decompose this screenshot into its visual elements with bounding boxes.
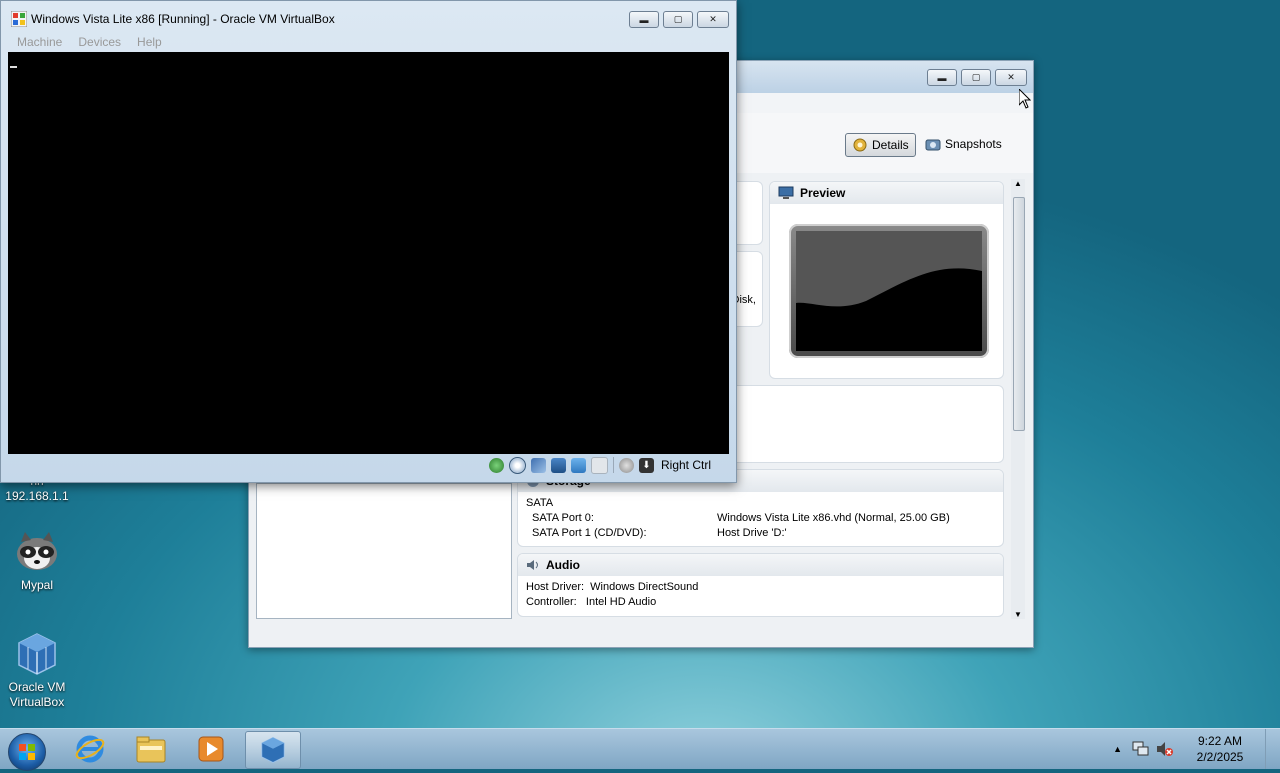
storage-port-value: Host Drive 'D:' <box>717 527 787 539</box>
preview-screen <box>789 224 989 358</box>
close-button[interactable]: ✕ <box>995 69 1027 86</box>
vm-list-panel[interactable] <box>256 483 512 619</box>
details-scrollbar[interactable]: ▲ ▼ <box>1011 179 1025 619</box>
storage-port-label: SATA Port 1 (CD/DVD): <box>532 527 647 539</box>
vm-window-title: Windows Vista Lite x86 [Running] - Oracl… <box>31 12 335 26</box>
folder-icon <box>136 736 166 763</box>
vm-close-button[interactable]: ✕ <box>697 11 729 28</box>
desktop-icon-label: Oracle VM <box>8 680 66 694</box>
desktop-icon-mypal[interactable]: Mypal <box>0 528 74 593</box>
snapshots-button[interactable]: Snapshots <box>919 133 1008 155</box>
close-icon: ✕ <box>1007 72 1015 82</box>
minimize-button[interactable]: ▬ <box>927 69 957 86</box>
audio-header: Audio <box>518 554 1003 576</box>
start-button[interactable] <box>8 733 46 771</box>
storage-controller: SATA <box>526 497 554 509</box>
vm-maximize-button[interactable]: ▢ <box>663 11 693 28</box>
taskbar: ▲ 9:22 AM 2/2/2025 <box>0 728 1280 771</box>
taskbar-clock[interactable]: 9:22 AM 2/2/2025 <box>1188 733 1252 765</box>
show-hidden-icons-icon[interactable]: ▲ <box>1113 744 1122 754</box>
audio-controller: Controller: Intel HD Audio <box>526 596 657 608</box>
status-separator <box>612 457 614 473</box>
network-icon[interactable] <box>550 457 566 473</box>
video-capture-icon[interactable] <box>590 456 608 474</box>
desktop-icon-virtualbox[interactable]: Oracle VM VirtualBox <box>0 630 74 710</box>
desktop-icon-label: Mypal <box>20 578 53 592</box>
vm-status-bar: ⬇ Right Ctrl <box>8 454 729 476</box>
optical-drive-icon[interactable] <box>508 456 526 474</box>
usb-icon[interactable] <box>530 457 546 473</box>
monitor-icon <box>778 186 794 199</box>
maximize-button[interactable]: ▢ <box>961 69 991 86</box>
host-key-arrow-icon: ⬇ <box>638 457 654 473</box>
desktop-icon-label: 192.168.1.1 <box>5 489 69 503</box>
audio-host-driver: Host Driver: Windows DirectSound <box>526 581 699 593</box>
preview-section: Preview <box>769 181 1004 379</box>
vm-running-window[interactable]: Windows Vista Lite x86 [Running] - Oracl… <box>0 0 737 483</box>
virtualbox-app-icon <box>11 11 27 27</box>
volume-muted-icon[interactable] <box>1156 741 1174 757</box>
vm-display[interactable] <box>8 52 729 454</box>
hard-disk-icon[interactable] <box>488 457 504 473</box>
network-tray-icon[interactable] <box>1132 741 1150 757</box>
host-key-label: Right Ctrl <box>660 458 711 472</box>
storage-port-value: Windows Vista Lite x86.vhd (Normal, 25.0… <box>717 512 950 524</box>
menu-devices[interactable]: Devices <box>78 35 121 49</box>
show-desktop-button[interactable] <box>1265 729 1280 769</box>
shared-folders-icon[interactable] <box>570 457 586 473</box>
taskbar-virtualbox[interactable] <box>245 731 301 769</box>
internet-explorer-icon <box>75 735 105 763</box>
storage-port-label: SATA Port 0: <box>532 512 594 524</box>
maximize-icon: ▢ <box>971 72 981 82</box>
menu-machine[interactable]: Machine <box>17 35 62 49</box>
menu-help[interactable]: Help <box>137 35 162 49</box>
virtualbox-icon <box>261 736 285 764</box>
virtualbox-icon <box>13 630 61 678</box>
taskbar-windows-media-player[interactable] <box>184 731 238 767</box>
preview-title: Preview <box>800 186 846 200</box>
maximize-icon: ▢ <box>673 14 683 24</box>
speaker-icon <box>527 560 538 570</box>
minimize-icon: ▬ <box>639 14 649 25</box>
vm-minimize-button[interactable]: ▬ <box>629 11 659 28</box>
snapshots-label: Snapshots <box>945 137 1002 151</box>
details-button[interactable]: Details <box>845 133 916 157</box>
gear-icon <box>853 138 867 152</box>
vm-menu-bar: Machine Devices Help <box>8 32 729 52</box>
clock-date: 2/2/2025 <box>1196 750 1244 764</box>
audio-section: Audio Host Driver: Windows DirectSound C… <box>517 553 1004 617</box>
scroll-up-arrow-icon[interactable]: ▲ <box>1014 179 1022 188</box>
minimize-icon: ▬ <box>937 72 947 83</box>
media-player-icon <box>198 736 224 762</box>
close-icon: ✕ <box>709 14 717 24</box>
windows-logo-icon <box>19 744 35 760</box>
camera-icon <box>925 139 941 151</box>
raccoon-icon <box>13 528 61 576</box>
details-label: Details <box>872 138 909 152</box>
system-tray: ▲ 9:22 AM 2/2/2025 <box>1113 729 1266 769</box>
preview-header: Preview <box>770 182 1003 204</box>
desktop-icon-label: VirtualBox <box>9 695 65 709</box>
mouse-integration-icon[interactable] <box>618 457 634 473</box>
scrollbar-thumb[interactable] <box>1013 197 1025 431</box>
text-cursor <box>10 66 17 68</box>
audio-title: Audio <box>546 558 580 572</box>
taskbar-windows-explorer[interactable] <box>124 731 178 767</box>
scroll-down-arrow-icon[interactable]: ▼ <box>1014 610 1022 619</box>
mouse-pointer-icon <box>1019 89 1031 109</box>
taskbar-internet-explorer[interactable] <box>63 731 117 767</box>
clock-time: 9:22 AM <box>1197 734 1243 748</box>
